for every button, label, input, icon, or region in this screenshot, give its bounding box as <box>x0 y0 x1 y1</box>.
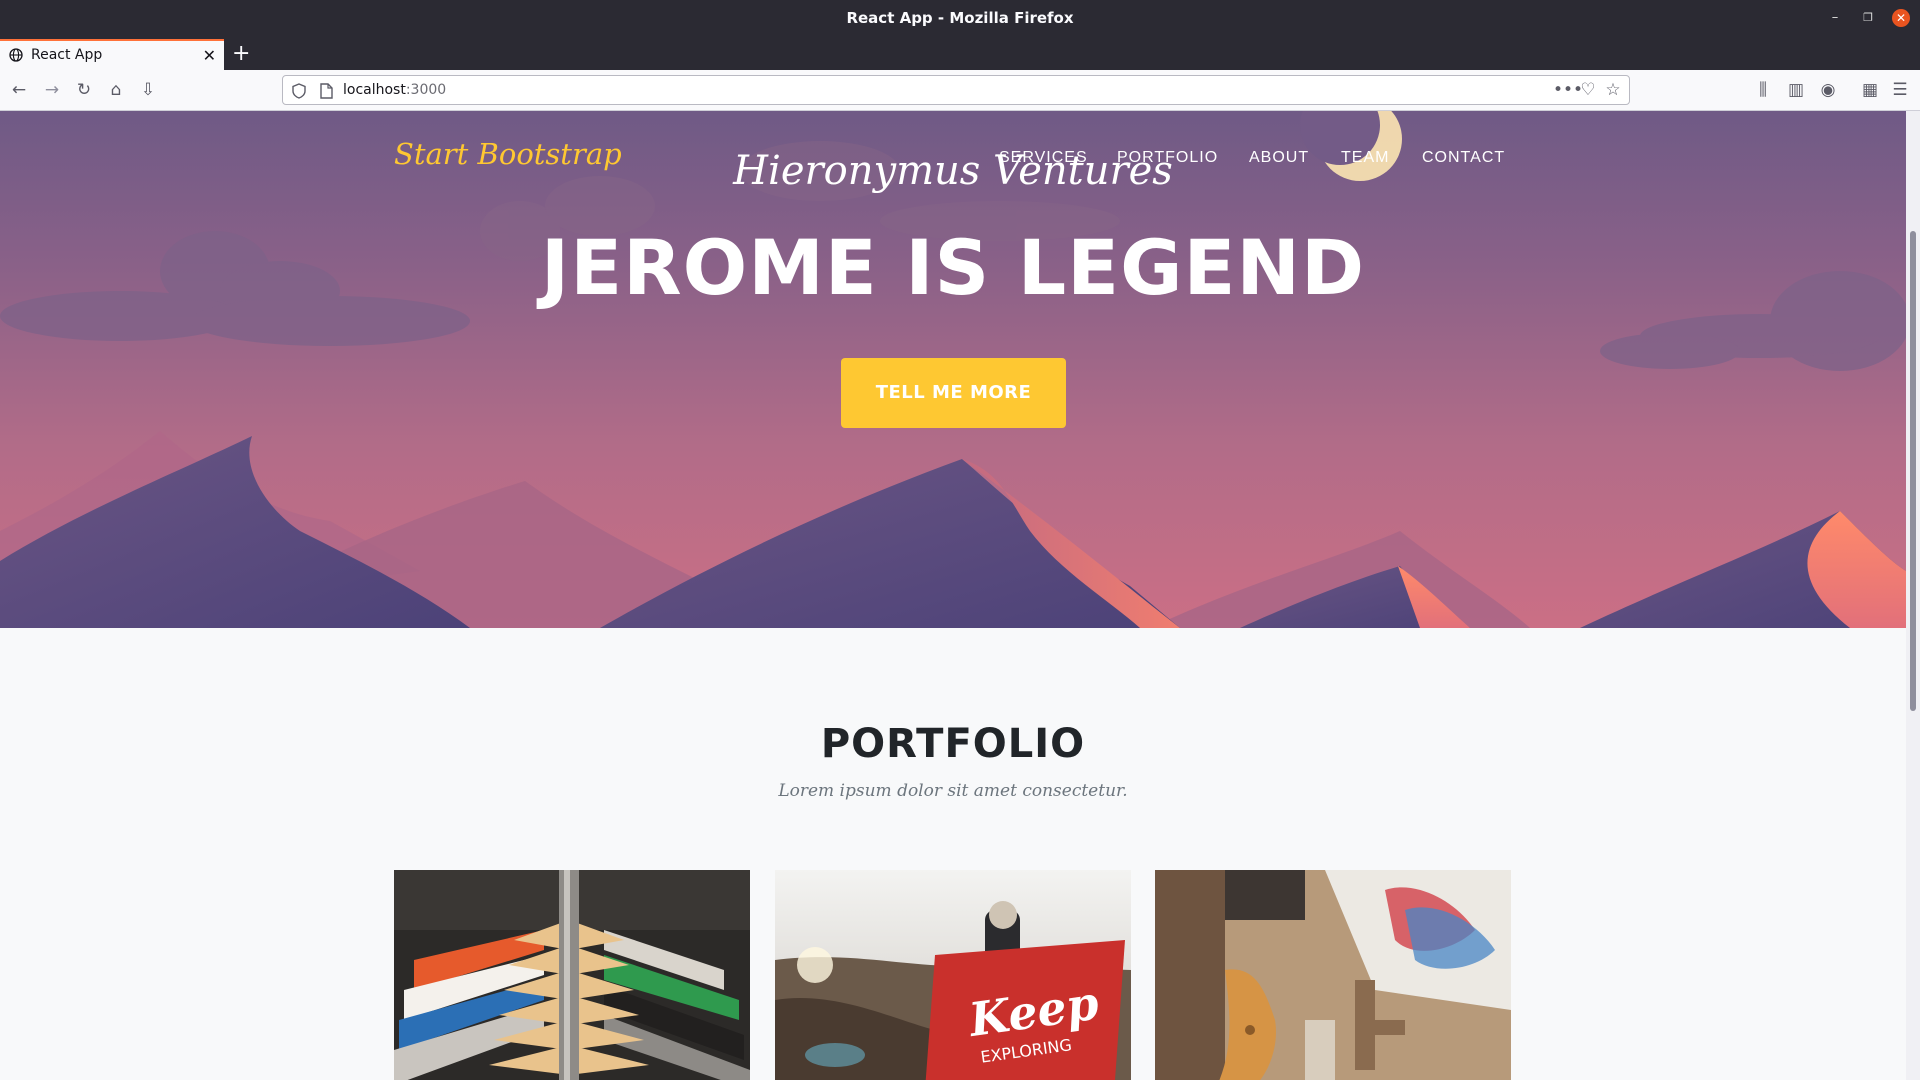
shield-icon[interactable] <box>292 83 306 99</box>
company-name: Hieronymus Ventures <box>733 148 1173 194</box>
page-icon <box>320 83 333 99</box>
navigation-toolbar: ← → ↻ ⌂ ⇩ localhost:3000 ••• ♡ ☆ ⫼ ▥ ◉ ▦… <box>0 70 1920 111</box>
portfolio-heading: PORTFOLIO <box>820 721 1086 767</box>
account-icon[interactable]: ◉ <box>1818 80 1838 100</box>
hero-headline: JEROME IS LEGEND <box>540 223 1366 312</box>
workbench-letters-photo <box>1155 870 1511 1080</box>
url-bar[interactable]: localhost:3000 ••• ♡ ☆ <box>282 75 1630 105</box>
minimize-icon[interactable]: – <box>1826 9 1844 27</box>
page-actions-icon[interactable]: ••• <box>1553 80 1583 100</box>
library-icon[interactable]: ⫼ <box>1753 80 1773 100</box>
downloads-icon[interactable]: ⇩ <box>138 80 158 100</box>
portfolio-item-explore[interactable]: Keep EXPLORING <box>775 870 1131 1080</box>
sidebar-icon[interactable]: ▥ <box>1786 80 1806 100</box>
reload-icon[interactable]: ↻ <box>74 80 94 100</box>
bookmark-star-icon[interactable]: ☆ <box>1603 80 1623 100</box>
restore-icon[interactable]: ❐ <box>1859 9 1877 27</box>
portfolio-subheading: Lorem ipsum dolor sit amet consectetur. <box>778 781 1128 801</box>
globe-icon <box>9 48 23 62</box>
tab-label: React App <box>31 47 103 63</box>
nav-link-about[interactable]: ABOUT <box>1249 149 1309 167</box>
forward-icon[interactable]: → <box>42 80 62 100</box>
tab-react-app[interactable]: React App ✕ <box>0 39 224 70</box>
url-text[interactable]: localhost:3000 <box>343 82 446 98</box>
keep-exploring-flag-photo: Keep EXPLORING <box>775 870 1131 1080</box>
page-scrollbar[interactable] <box>1906 111 1920 1080</box>
window-close-icon[interactable]: ✕ <box>1892 9 1910 27</box>
url-port: :3000 <box>405 82 447 98</box>
extensions-icon[interactable]: ▦ <box>1860 80 1880 100</box>
hero-section: Start Bootstrap Hieronymus Ventures SERV… <box>0 111 1906 628</box>
window-title: React App - Mozilla Firefox <box>846 9 1074 27</box>
menu-icon[interactable]: ☰ <box>1890 80 1910 100</box>
page-content: Start Bootstrap Hieronymus Ventures SERV… <box>0 111 1906 1080</box>
url-host: localhost <box>343 82 406 98</box>
nav-link-contact[interactable]: CONTACT <box>1422 149 1505 167</box>
nav-link-team[interactable]: TEAM <box>1341 149 1389 167</box>
portfolio-item-workbench[interactable] <box>1155 870 1511 1080</box>
home-icon[interactable]: ⌂ <box>106 80 126 100</box>
window-titlebar: React App - Mozilla Firefox – ❐ ✕ <box>0 0 1920 37</box>
tab-strip: React App ✕ + <box>0 37 1920 70</box>
clothes-rack-photo <box>394 870 750 1080</box>
nav-link-portfolio[interactable]: PORTFOLIO <box>1117 149 1218 167</box>
close-tab-icon[interactable]: ✕ <box>203 46 216 65</box>
scrollbar-thumb[interactable] <box>1910 231 1916 711</box>
tell-me-more-button[interactable]: TELL ME MORE <box>841 358 1066 428</box>
pocket-icon[interactable]: ♡ <box>1578 80 1598 100</box>
nav-link-services[interactable]: SERVICES <box>999 149 1088 167</box>
portfolio-item-clothes[interactable] <box>394 870 750 1080</box>
new-tab-icon[interactable]: + <box>232 41 250 66</box>
back-icon[interactable]: ← <box>9 80 29 100</box>
